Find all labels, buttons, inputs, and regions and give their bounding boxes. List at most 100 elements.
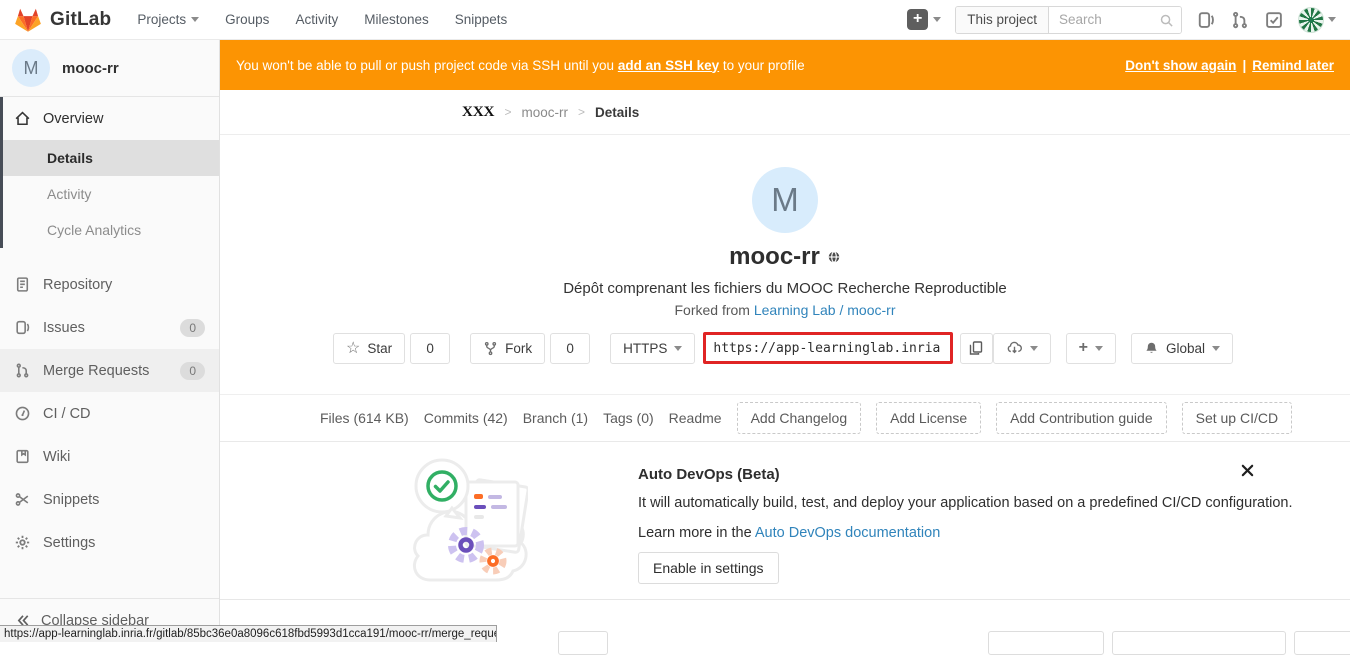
breadcrumb-separator: >: [505, 105, 512, 119]
merge-request-icon: [14, 362, 31, 379]
sidebar-item-repository[interactable]: Repository: [0, 263, 219, 306]
auto-devops-callout: Auto DevOps (Beta) It will automatically…: [220, 442, 1350, 600]
fork-count[interactable]: 0: [550, 333, 590, 364]
chevron-down-icon: [191, 17, 199, 22]
brand-name: GitLab: [50, 9, 111, 31]
gear-icon: [14, 534, 31, 551]
tab-files[interactable]: Files (614 KB): [320, 410, 409, 426]
tanuki-icon: [14, 7, 42, 33]
download-dropdown[interactable]: [993, 333, 1051, 364]
tab-tags[interactable]: Tags (0): [603, 410, 654, 426]
chevron-down-icon: [1095, 346, 1103, 351]
sidebar-item-details[interactable]: Details: [3, 140, 219, 176]
forked-from-link[interactable]: Learning Lab / mooc-rr: [754, 302, 896, 318]
sidebar-item-wiki[interactable]: Wiki: [0, 435, 219, 478]
sidebar-project-name: mooc-rr: [62, 60, 119, 77]
banner-text-after: to your profile: [719, 58, 805, 73]
sidebar-item-settings[interactable]: Settings: [0, 521, 219, 564]
tab-commits[interactable]: Commits (42): [424, 410, 508, 426]
scissors-icon: [14, 491, 31, 508]
user-menu[interactable]: [1298, 7, 1336, 33]
breadcrumb-project[interactable]: mooc-rr: [522, 105, 569, 120]
remind-later-link[interactable]: Remind later: [1252, 58, 1334, 73]
todos-icon[interactable]: [1264, 10, 1284, 30]
search-scope-label: This project: [956, 7, 1049, 33]
partial-button[interactable]: [988, 631, 1104, 655]
protocol-dropdown[interactable]: HTTPS: [610, 333, 695, 364]
partial-button[interactable]: [1294, 631, 1350, 655]
sidebar-project-header[interactable]: M mooc-rr: [0, 40, 219, 97]
new-menu-button[interactable]: +: [907, 9, 941, 30]
breadcrumb-separator: >: [578, 105, 585, 119]
nav-groups[interactable]: Groups: [225, 12, 269, 27]
sidebar-item-snippets[interactable]: Snippets: [0, 478, 219, 521]
add-changelog-button[interactable]: Add Changelog: [737, 402, 862, 434]
project-avatar: M: [12, 49, 50, 87]
dont-show-again-link[interactable]: Don't show again: [1125, 58, 1236, 73]
search-box: This project: [955, 6, 1182, 34]
fork-button[interactable]: Fork: [470, 333, 545, 364]
add-ssh-key-link[interactable]: add an SSH key: [618, 58, 719, 73]
project-avatar-large: M: [752, 167, 818, 233]
bell-icon: [1144, 341, 1159, 356]
nav-milestones[interactable]: Milestones: [364, 12, 429, 27]
main-content: XXX > mooc-rr > Details M mooc-rr Dépôt …: [220, 40, 1350, 642]
issues-count-badge: 0: [180, 319, 205, 337]
forked-from-line: Forked from Learning Lab / mooc-rr: [220, 302, 1350, 318]
star-count[interactable]: 0: [410, 333, 450, 364]
top-navbar: GitLab Projects Groups Activity Mileston…: [0, 0, 1350, 40]
browser-status-url: https://app-learninglab.inria.fr/gitlab/…: [0, 625, 497, 642]
nav-activity[interactable]: Activity: [295, 12, 338, 27]
close-icon[interactable]: [1241, 464, 1254, 477]
project-sidebar: M mooc-rr Overview Details Activity Cycl…: [0, 40, 220, 642]
fork-icon: [483, 341, 498, 356]
sidebar-item-cycle-analytics[interactable]: Cycle Analytics: [3, 212, 219, 248]
clone-url-input[interactable]: [703, 332, 952, 364]
sidebar-item-ci-cd[interactable]: CI / CD: [0, 392, 219, 435]
sidebar-item-merge-requests[interactable]: Merge Requests 0: [0, 349, 219, 392]
avatar: [1298, 7, 1324, 33]
gitlab-logo[interactable]: GitLab: [14, 7, 111, 33]
enable-in-settings-button[interactable]: Enable in settings: [638, 552, 779, 584]
sidebar-section-overview: Overview Details Activity Cycle Analytic…: [0, 97, 219, 248]
setup-cicd-button[interactable]: Set up CI/CD: [1182, 402, 1292, 434]
partial-button[interactable]: [1112, 631, 1286, 655]
nav-snippets[interactable]: Snippets: [455, 12, 508, 27]
page-title: mooc-rr: [729, 243, 820, 271]
chevron-down-icon: [1030, 346, 1038, 351]
nav-projects[interactable]: Projects: [137, 12, 199, 27]
breadcrumb-user[interactable]: XXX: [462, 104, 495, 121]
chevron-down-icon: [1328, 17, 1336, 22]
globe-public-icon: [827, 250, 841, 264]
issues-icon: [14, 319, 31, 336]
add-dropdown[interactable]: +: [1066, 333, 1116, 364]
breadcrumb-current: Details: [595, 105, 639, 120]
tab-branch[interactable]: Branch (1): [523, 410, 588, 426]
sidebar-item-activity[interactable]: Activity: [3, 176, 219, 212]
merge-request-icon[interactable]: [1230, 10, 1250, 30]
chevron-down-icon: [1212, 346, 1220, 351]
tab-readme[interactable]: Readme: [669, 410, 722, 426]
sidebar-item-issues[interactable]: Issues 0: [0, 306, 219, 349]
copy-url-button[interactable]: [960, 333, 993, 364]
home-icon: [14, 110, 31, 127]
star-icon: ☆: [346, 338, 360, 358]
star-button[interactable]: ☆ Star: [333, 333, 405, 364]
banner-text-before: You won't be able to pull or push projec…: [236, 58, 618, 73]
banner-separator: |: [1242, 58, 1246, 73]
plus-icon: +: [907, 9, 928, 30]
chevron-down-icon: [933, 17, 941, 22]
auto-devops-doc-link[interactable]: Auto DevOps documentation: [755, 525, 940, 541]
auto-devops-body: It will automatically build, test, and d…: [638, 495, 1293, 511]
notification-dropdown[interactable]: Global: [1131, 333, 1233, 364]
issues-icon[interactable]: [1196, 10, 1216, 30]
merge-requests-count-badge: 0: [180, 362, 205, 380]
search-icon: [1159, 13, 1174, 28]
breadcrumb: XXX > mooc-rr > Details: [220, 90, 1350, 135]
auto-devops-illustration: [408, 452, 528, 588]
sidebar-item-overview[interactable]: Overview: [3, 97, 219, 140]
partial-button[interactable]: [558, 631, 608, 655]
add-license-button[interactable]: Add License: [876, 402, 981, 434]
add-contribution-guide-button[interactable]: Add Contribution guide: [996, 402, 1166, 434]
book-icon: [14, 448, 31, 465]
